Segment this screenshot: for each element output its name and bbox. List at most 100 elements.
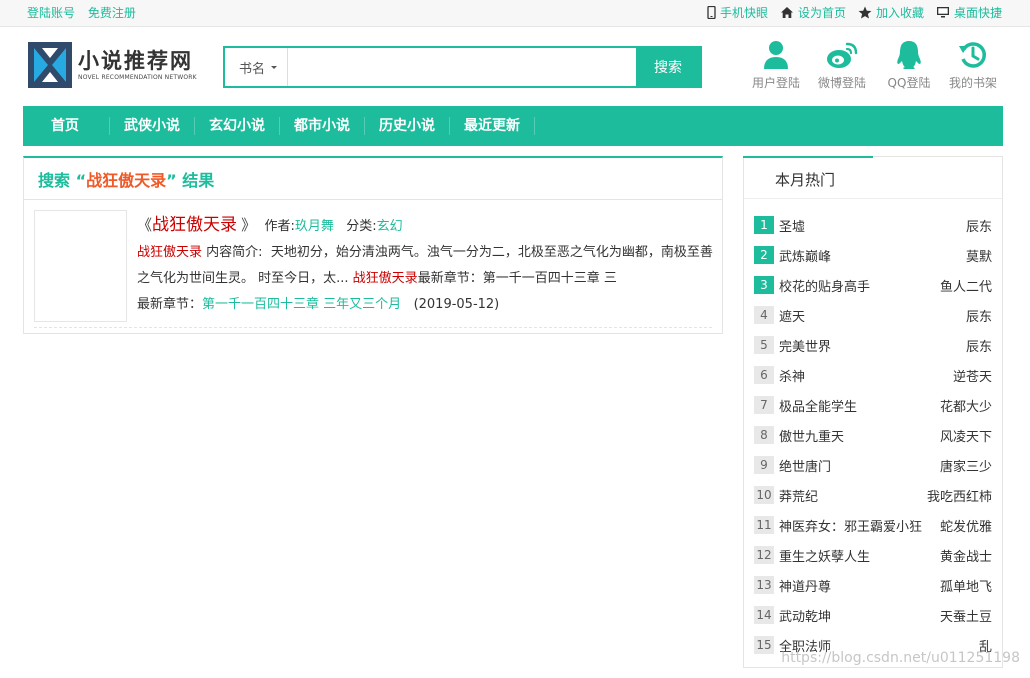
mobile-link[interactable]: 手机快眼	[707, 4, 768, 21]
tab-indicator	[743, 156, 873, 158]
nav-item-history[interactable]: 历史小说	[365, 117, 450, 135]
rank-badge: 2	[754, 246, 774, 264]
register-link[interactable]: 免费注册	[88, 6, 136, 20]
main-nav: 首页 武侠小说 玄幻小说 都市小说 历史小说 最近更新	[23, 106, 1003, 146]
result-item: 《战狂傲天录 》 作者:玖月舞 分类:玄幻 战狂傲天录 内容简介: 天地初分，始…	[34, 210, 713, 328]
my-bookshelf-button[interactable]: 我的书架	[943, 40, 1003, 91]
rank-badge: 11	[754, 516, 774, 534]
results-heading: 搜索 “战狂傲天录” 结果	[24, 158, 722, 200]
list-item[interactable]: 5 完美世界 辰东	[754, 330, 992, 360]
author-link[interactable]: 天蚕土豆	[940, 606, 992, 625]
qq-login-button[interactable]: QQ登陆	[879, 40, 939, 91]
author-link[interactable]: 唐家三少	[940, 456, 992, 475]
caret-down-icon	[271, 65, 278, 69]
author-link[interactable]: 风凌天下	[940, 426, 992, 445]
user-login-label: 用户登陆	[751, 76, 800, 90]
site-logo[interactable]: 小说推荐网 NOVEL RECOMMENDATION NETWORK	[28, 42, 213, 88]
author-link[interactable]: 辰东	[966, 216, 992, 235]
list-item[interactable]: 8 傲世九重天 风凌天下	[754, 420, 992, 450]
user-login-button[interactable]: 用户登陆	[746, 40, 806, 91]
rank-badge: 10	[754, 486, 774, 504]
book-cover[interactable]	[34, 210, 127, 322]
author-link[interactable]: 辰东	[966, 336, 992, 355]
update-date: (2019-05-12)	[413, 297, 500, 312]
author-link[interactable]: 黄金战士	[940, 546, 992, 565]
nav-item-home[interactable]: 首页	[33, 117, 110, 135]
logo-mark	[28, 42, 72, 88]
list-item[interactable]: 3 校花的贴身高手 鱼人二代	[754, 270, 992, 300]
user-icon	[764, 41, 788, 69]
category-link[interactable]: 玄幻	[377, 219, 403, 234]
list-item[interactable]: 10 莽荒纪 我吃西红柿	[754, 480, 992, 510]
list-item[interactable]: 14 武动乾坤 天蚕土豆	[754, 600, 992, 630]
list-item[interactable]: 2 武炼巅峰 莫默	[754, 240, 992, 270]
list-item[interactable]: 9 绝世唐门 唐家三少	[754, 450, 992, 480]
rank-badge: 4	[754, 306, 774, 324]
book-name-link[interactable]: 圣墟	[779, 216, 966, 235]
latest-chapter-row: 最新章节：第一千一百四十三章 三年又三个月 (2019-05-12)	[137, 297, 500, 312]
nav-item-urban[interactable]: 都市小说	[280, 117, 365, 135]
search-type-select[interactable]: 书名	[225, 48, 288, 86]
monitor-icon	[936, 7, 949, 18]
search-button[interactable]: 搜索	[636, 48, 700, 86]
book-name-link[interactable]: 神道丹尊	[779, 576, 940, 595]
nav-item-wuxia[interactable]: 武侠小说	[110, 117, 195, 135]
set-homepage-link[interactable]: 设为首页	[780, 4, 846, 21]
desktop-shortcut-link[interactable]: 桌面快捷	[936, 4, 1002, 21]
book-name-link[interactable]: 武动乾坤	[779, 606, 940, 625]
add-favorite-link[interactable]: 加入收藏	[858, 4, 924, 21]
search-input[interactable]	[288, 48, 636, 86]
book-name-link[interactable]: 重生之妖孽人生	[779, 546, 940, 565]
author-link[interactable]: 花都大少	[940, 396, 992, 415]
search-keyword: 战狂傲天录	[86, 171, 167, 190]
qq-icon	[897, 41, 921, 69]
book-name-link[interactable]: 完美世界	[779, 336, 966, 355]
author-link[interactable]: 玖月舞	[295, 219, 334, 234]
author-link[interactable]: 逆苍天	[953, 366, 992, 385]
nav-item-xuanhuan[interactable]: 玄幻小说	[195, 117, 280, 135]
my-bookshelf-label: 我的书架	[948, 76, 997, 90]
list-item[interactable]: 7 极品全能学生 花都大少	[754, 390, 992, 420]
weibo-icon	[827, 42, 858, 68]
author-link[interactable]: 辰东	[966, 306, 992, 325]
search-form: 书名 搜索	[223, 46, 702, 88]
latest-chapter-link[interactable]: 第一千一百四十三章 三年又三个月	[202, 297, 401, 312]
list-item[interactable]: 11 神医弃女：邪王霸爱小狂 蛇发优雅	[754, 510, 992, 540]
author-link[interactable]: 莫默	[966, 246, 992, 265]
book-name-link[interactable]: 极品全能学生	[779, 396, 940, 415]
author-link[interactable]: 孤单地飞	[940, 576, 992, 595]
rank-badge: 6	[754, 366, 774, 384]
book-name-link[interactable]: 傲世九重天	[779, 426, 940, 445]
author-link[interactable]: 我吃西红柿	[927, 486, 992, 505]
logo-subtitle: NOVEL RECOMMENDATION NETWORK	[78, 73, 197, 81]
monthly-hot-panel: 本月热门 1 圣墟 辰东 2 武炼巅峰 莫默 3 校花的贴身高手 鱼人二代 4 遮天 辰东 5 完美世界辰…	[743, 156, 1003, 668]
book-name-link[interactable]: 莽荒纪	[779, 486, 927, 505]
book-name-link[interactable]: 校花的贴身高手	[779, 276, 940, 295]
category-label: 分类:	[346, 219, 377, 234]
author-link[interactable]: 蛇发优雅	[940, 516, 992, 535]
book-name-link[interactable]: 杀神	[779, 366, 953, 385]
list-item[interactable]: 6 杀神 逆苍天	[754, 360, 992, 390]
tab-monthly-hot[interactable]: 本月热门	[775, 169, 835, 190]
list-item[interactable]: 1 圣墟 辰东	[754, 210, 992, 240]
book-name-link[interactable]: 遮天	[779, 306, 966, 325]
rank-badge: 9	[754, 456, 774, 474]
book-name-link[interactable]: 绝世唐门	[779, 456, 940, 475]
list-item[interactable]: 12 重生之妖孽人生 黄金战士	[754, 540, 992, 570]
header: 小说推荐网 NOVEL RECOMMENDATION NETWORK 书名 搜索…	[0, 27, 1030, 106]
list-item[interactable]: 13 神道丹尊 孤单地飞	[754, 570, 992, 600]
book-name-link[interactable]: 神医弃女：邪王霸爱小狂	[779, 516, 940, 535]
set-homepage-label: 设为首页	[797, 6, 846, 20]
nav-item-recent[interactable]: 最近更新	[450, 117, 535, 135]
rank-badge: 5	[754, 336, 774, 354]
top-bar: 登陆账号 免费注册 手机快眼 设为首页 加入收藏 桌面快捷	[0, 0, 1030, 27]
book-title-link[interactable]: 战狂傲天录	[152, 215, 237, 235]
weibo-login-button[interactable]: 微博登陆	[812, 40, 872, 91]
login-link[interactable]: 登陆账号	[27, 6, 75, 20]
book-name-link[interactable]: 武炼巅峰	[779, 246, 966, 265]
list-item[interactable]: 4 遮天 辰东	[754, 300, 992, 330]
rank-badge: 15	[754, 636, 774, 654]
watermark: https://blog.csdn.net/u011251198	[781, 650, 1020, 666]
author-link[interactable]: 鱼人二代	[940, 276, 992, 295]
qq-login-label: QQ登陆	[887, 76, 931, 90]
